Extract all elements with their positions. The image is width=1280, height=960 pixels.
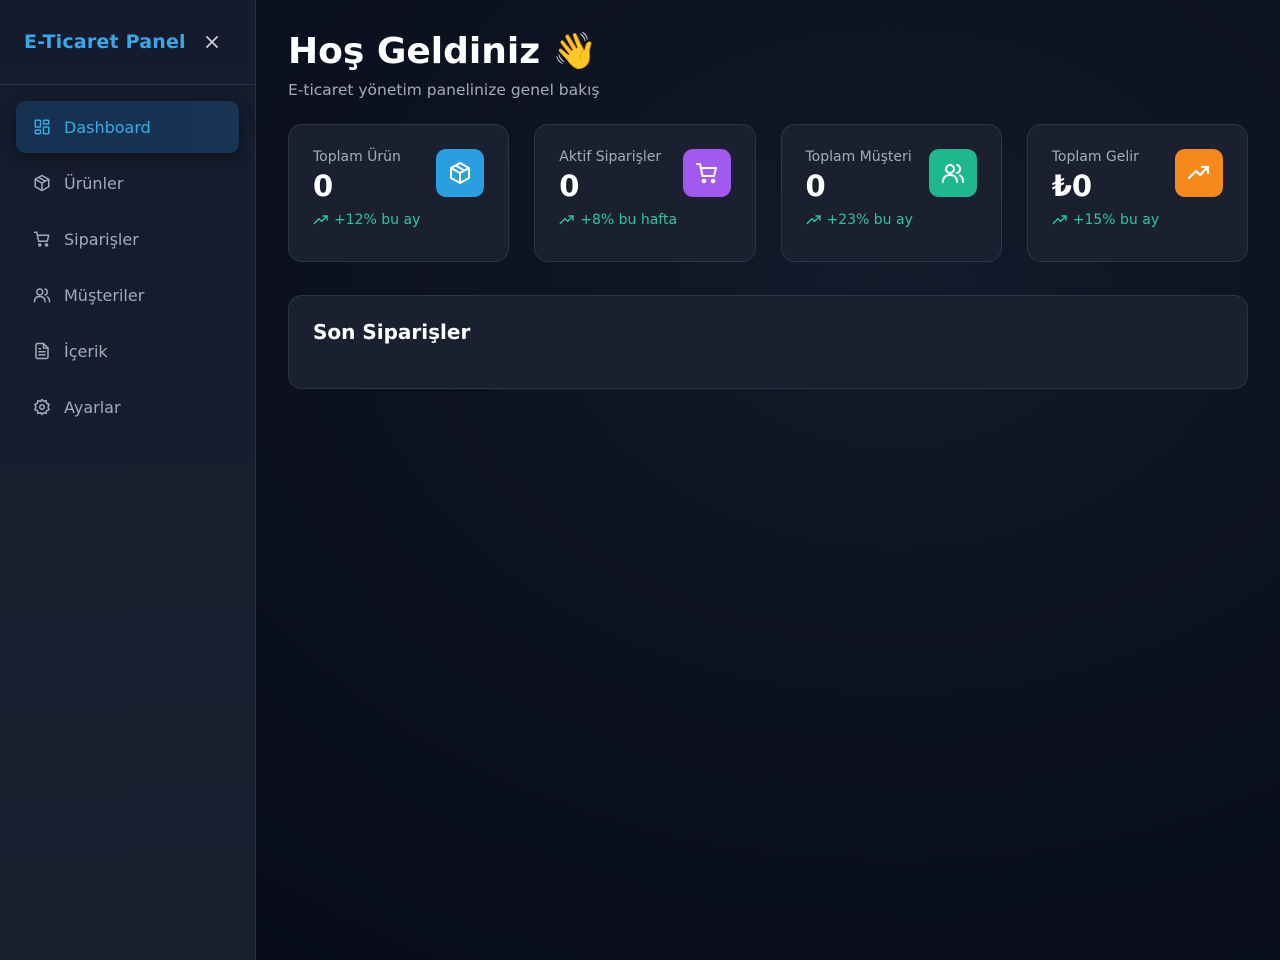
users-icon bbox=[928, 149, 977, 197]
sidebar-item-content[interactable]: İçerik bbox=[16, 325, 239, 377]
sidebar-nav: Dashboard Ürünler Siparişler Müşteriler … bbox=[0, 85, 255, 453]
sidebar-item-customers[interactable]: Müşteriler bbox=[16, 269, 239, 321]
sidebar: E-Ticaret Panel Dashboard Ürünler Sipari… bbox=[0, 0, 256, 960]
stat-trend: +12% bu ay bbox=[313, 212, 484, 228]
sidebar-item-label: Dashboard bbox=[64, 117, 151, 137]
stat-trend-text: +12% bu ay bbox=[334, 212, 421, 228]
stats-cards: Toplam Ürün 0 +12% bu ay Aktif Siparişle… bbox=[288, 124, 1248, 262]
stat-trend: +23% bu ay bbox=[806, 212, 977, 228]
stat-card-products: Toplam Ürün 0 +12% bu ay bbox=[288, 124, 510, 262]
brand-title: E-Ticaret Panel bbox=[24, 31, 186, 53]
stat-card-customers: Toplam Müşteri 0 +23% bu ay bbox=[780, 124, 1002, 262]
sidebar-item-label: Ayarlar bbox=[64, 397, 121, 417]
sidebar-header: E-Ticaret Panel bbox=[0, 0, 255, 85]
trending-up-icon bbox=[1175, 149, 1223, 197]
page-title: Hoş Geldiniz 👋 bbox=[288, 31, 598, 72]
sidebar-item-label: Müşteriler bbox=[64, 285, 145, 305]
trending-up-icon bbox=[559, 215, 574, 225]
stat-trend: +15% bu ay bbox=[1052, 212, 1223, 228]
cart-icon bbox=[32, 229, 52, 249]
box-icon bbox=[32, 173, 52, 193]
close-icon[interactable] bbox=[203, 33, 221, 51]
main-content: Hoş Geldiniz 👋 E-ticaret yönetim panelin… bbox=[288, 0, 1248, 389]
cart-icon bbox=[682, 149, 731, 197]
recent-orders-title: Son Siparişler bbox=[313, 320, 471, 344]
dashboard-icon bbox=[32, 117, 52, 137]
sidebar-item-label: Ürünler bbox=[64, 173, 124, 193]
stat-trend-text: +23% bu ay bbox=[826, 212, 913, 228]
trending-up-icon bbox=[313, 215, 328, 225]
stat-card-orders: Aktif Siparişler 0 +8% bu hafta bbox=[534, 124, 756, 262]
document-icon bbox=[32, 341, 52, 361]
gear-icon bbox=[32, 397, 52, 417]
stat-card-revenue: Toplam Gelir ₺0 +15% bu ay bbox=[1026, 124, 1248, 262]
sidebar-item-label: Siparişler bbox=[64, 229, 139, 249]
box-icon bbox=[436, 149, 485, 197]
stat-trend-text: +15% bu ay bbox=[1072, 212, 1160, 228]
stat-trend-text: +8% bu hafta bbox=[580, 212, 678, 228]
stat-trend: +8% bu hafta bbox=[559, 212, 730, 228]
sidebar-item-orders[interactable]: Siparişler bbox=[16, 213, 239, 265]
sidebar-item-settings[interactable]: Ayarlar bbox=[16, 381, 239, 433]
sidebar-item-label: İçerik bbox=[64, 341, 108, 361]
trending-up-icon bbox=[806, 215, 821, 225]
recent-orders-panel: Son Siparişler bbox=[288, 295, 1248, 389]
users-icon bbox=[32, 285, 52, 305]
sidebar-item-dashboard[interactable]: Dashboard bbox=[16, 101, 239, 153]
page-subtitle: E-ticaret yönetim panelinize genel bakış bbox=[288, 81, 600, 99]
trending-up-icon bbox=[1052, 215, 1067, 225]
sidebar-item-products[interactable]: Ürünler bbox=[16, 157, 239, 209]
